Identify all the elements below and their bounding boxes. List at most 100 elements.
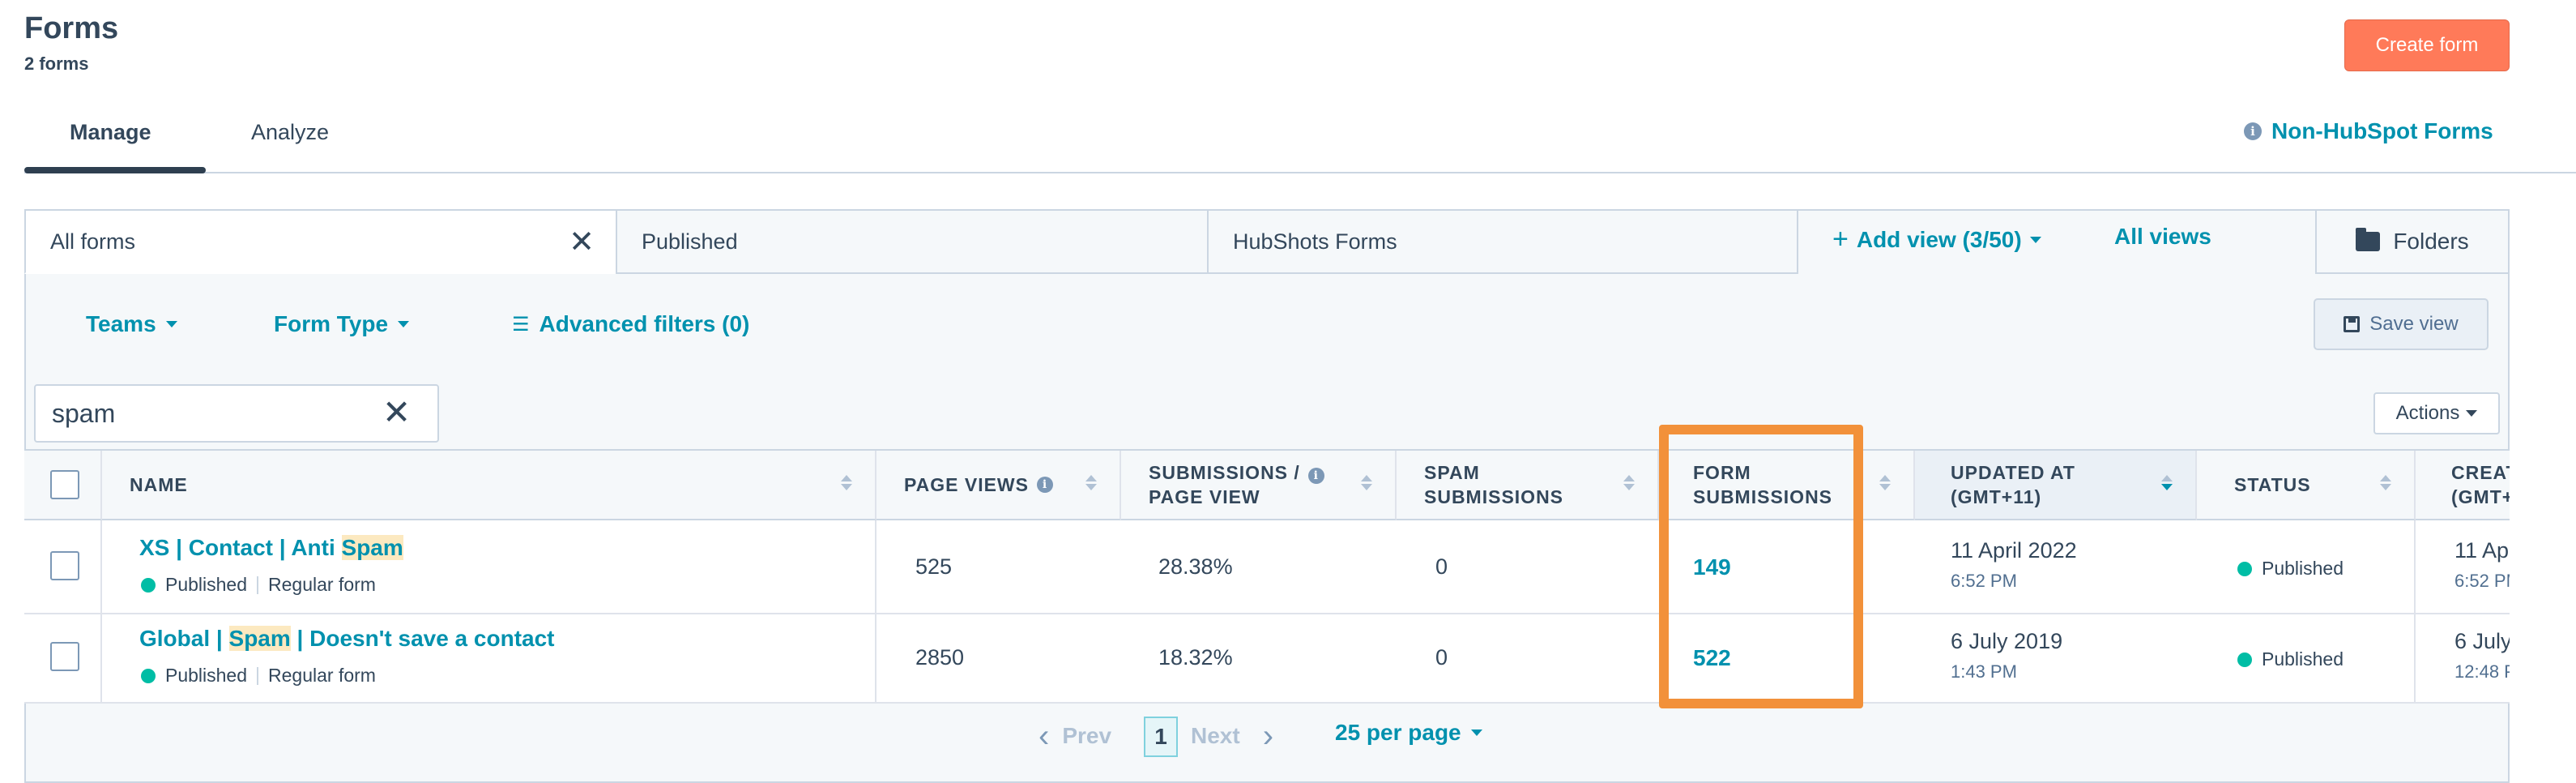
sort-icon: [2161, 475, 2173, 490]
actions-label: Actions: [2395, 402, 2460, 424]
column-header-label: (GMT+11): [1951, 486, 2042, 507]
non-hubspot-forms-link[interactable]: i Non-HubSpot Forms: [2244, 118, 2493, 144]
updated-time: 1:43 PM: [1951, 661, 2017, 682]
search-match-highlight: Spam: [228, 626, 291, 651]
column-header-name[interactable]: NAME: [102, 451, 876, 520]
select-all-header: [24, 451, 102, 520]
column-header-page-views[interactable]: PAGE VIEWS i: [876, 451, 1121, 520]
current-page[interactable]: 1: [1144, 717, 1178, 757]
chevron-down-icon: [1470, 730, 1482, 736]
per-page-label: 25 per page: [1335, 720, 1461, 745]
column-header-spam-submissions[interactable]: SPAM SUBMISSIONS: [1397, 451, 1659, 520]
column-header-label: PAGE VIEW: [1149, 486, 1260, 507]
submission-rate-value: 28.38%: [1158, 554, 1233, 579]
select-all-checkbox[interactable]: [50, 470, 79, 499]
create-form-button[interactable]: Create form: [2344, 19, 2510, 71]
column-header-label: NAME: [130, 474, 188, 495]
teams-filter[interactable]: Teams: [86, 311, 177, 337]
column-divider: [2414, 520, 2416, 704]
updated-time: 6:52 PM: [1951, 571, 2017, 591]
column-header-created-at[interactable]: CREATED AT (GMT+11): [2416, 451, 2510, 520]
chevron-down-icon: [165, 321, 177, 327]
chevron-down-icon: [2029, 236, 2041, 243]
folders-button[interactable]: Folders: [2315, 209, 2510, 274]
view-tab-hubshots-forms[interactable]: HubShots Forms: [1207, 209, 1798, 274]
add-view-button[interactable]: + Add view (3/50): [1832, 224, 2041, 255]
updated-date: 11 April 2022: [1951, 538, 2077, 563]
actions-dropdown[interactable]: Actions: [2373, 392, 2500, 434]
sort-icon: [1085, 475, 1097, 490]
form-meta: Published Regular form: [141, 665, 376, 687]
form-name-part: Global |: [139, 626, 229, 651]
form-type: Regular form: [268, 574, 376, 595]
status-dot-icon: [2237, 561, 2252, 576]
column-header-status[interactable]: STATUS: [2197, 451, 2416, 520]
teams-filter-label: Teams: [86, 311, 156, 336]
all-views-link[interactable]: All views: [2114, 224, 2211, 250]
view-tab-label: All forms: [50, 229, 136, 254]
view-tab-label: HubShots Forms: [1233, 229, 1397, 254]
close-icon[interactable]: ✕: [569, 227, 595, 258]
separator: [257, 575, 259, 594]
column-header-label: CREATED AT: [2451, 462, 2510, 483]
status-dot-icon: [141, 668, 156, 683]
per-page-dropdown[interactable]: 25 per page: [1335, 720, 1482, 746]
plus-icon: +: [1832, 224, 1849, 255]
form-name-link[interactable]: Global | Spam | Doesn't save a contact: [139, 626, 554, 652]
column-header-text: UPDATED AT (GMT+11): [1951, 460, 2075, 509]
form-name-link[interactable]: XS | Contact | Anti Spam: [139, 535, 403, 561]
column-header-label: SPAM: [1424, 462, 1480, 483]
prev-label: Prev: [1062, 723, 1112, 748]
chevron-right-icon: ›: [1262, 718, 1274, 754]
spam-submissions-value: 0: [1435, 645, 1448, 670]
sort-icon: [1361, 475, 1372, 490]
page-title: Forms: [24, 11, 119, 45]
active-tab-indicator: [24, 167, 206, 173]
page-views-value: 2850: [915, 645, 965, 670]
save-view-button[interactable]: Save view: [2314, 298, 2489, 350]
status-badge: Published: [2237, 558, 2344, 580]
column-header-updated-at[interactable]: UPDATED AT (GMT+11): [1915, 451, 2197, 520]
tab-analyze[interactable]: Analyze: [251, 120, 329, 145]
view-tab-published[interactable]: Published: [616, 209, 1209, 274]
folder-icon: [2356, 228, 2381, 251]
tab-manage[interactable]: Manage: [70, 120, 151, 145]
next-page-button[interactable]: Next ›: [1191, 720, 1273, 752]
advanced-filters-button[interactable]: ☰ Advanced filters (0): [512, 311, 749, 337]
row-checkbox[interactable]: [50, 551, 79, 580]
status-badge: Published: [2237, 648, 2344, 670]
sort-icon: [1879, 475, 1891, 490]
info-icon: i: [1037, 477, 1053, 493]
non-hubspot-forms-label: Non-HubSpot Forms: [2271, 118, 2493, 143]
view-tab-all-forms[interactable]: All forms ✕: [24, 209, 617, 274]
page-views-value: 525: [915, 554, 953, 579]
created-date: 6 July 2019: [2454, 629, 2510, 653]
column-header-label: PAGE VIEWS: [904, 474, 1029, 495]
submission-rate-value: 18.32%: [1158, 645, 1233, 670]
column-header-label: (GMT+11): [2451, 486, 2510, 507]
chevron-down-icon: [398, 321, 410, 327]
row-checkbox[interactable]: [50, 642, 79, 671]
chevron-down-icon: [2466, 410, 2478, 417]
sliders-icon: ☰: [512, 313, 530, 336]
form-type-filter[interactable]: Form Type: [274, 311, 410, 337]
clear-search-icon[interactable]: ✕: [382, 392, 411, 433]
status-dot-icon: [141, 577, 156, 593]
column-header-text: CREATED AT (GMT+11): [2451, 460, 2510, 509]
form-submissions-highlight: [1659, 425, 1863, 708]
column-header-submissions-per-page-view[interactable]: SUBMISSIONS / i PAGE VIEW: [1121, 451, 1397, 520]
info-icon: i: [1307, 468, 1324, 484]
row-divider: [24, 613, 2510, 614]
next-label: Next: [1191, 723, 1240, 748]
updated-date: 6 July 2019: [1951, 629, 2063, 653]
column-divider: [100, 520, 102, 704]
sort-icon: [1623, 475, 1635, 490]
prev-page-button[interactable]: ‹ Prev: [1039, 720, 1111, 752]
search-input[interactable]: [34, 384, 439, 443]
form-state: Published: [165, 665, 248, 686]
status-dot-icon: [2237, 652, 2252, 667]
row-divider: [24, 702, 2510, 704]
sort-icon: [841, 475, 852, 490]
column-header-text: SPAM SUBMISSIONS: [1424, 460, 1563, 509]
add-view-label: Add view (3/50): [1856, 226, 2022, 252]
